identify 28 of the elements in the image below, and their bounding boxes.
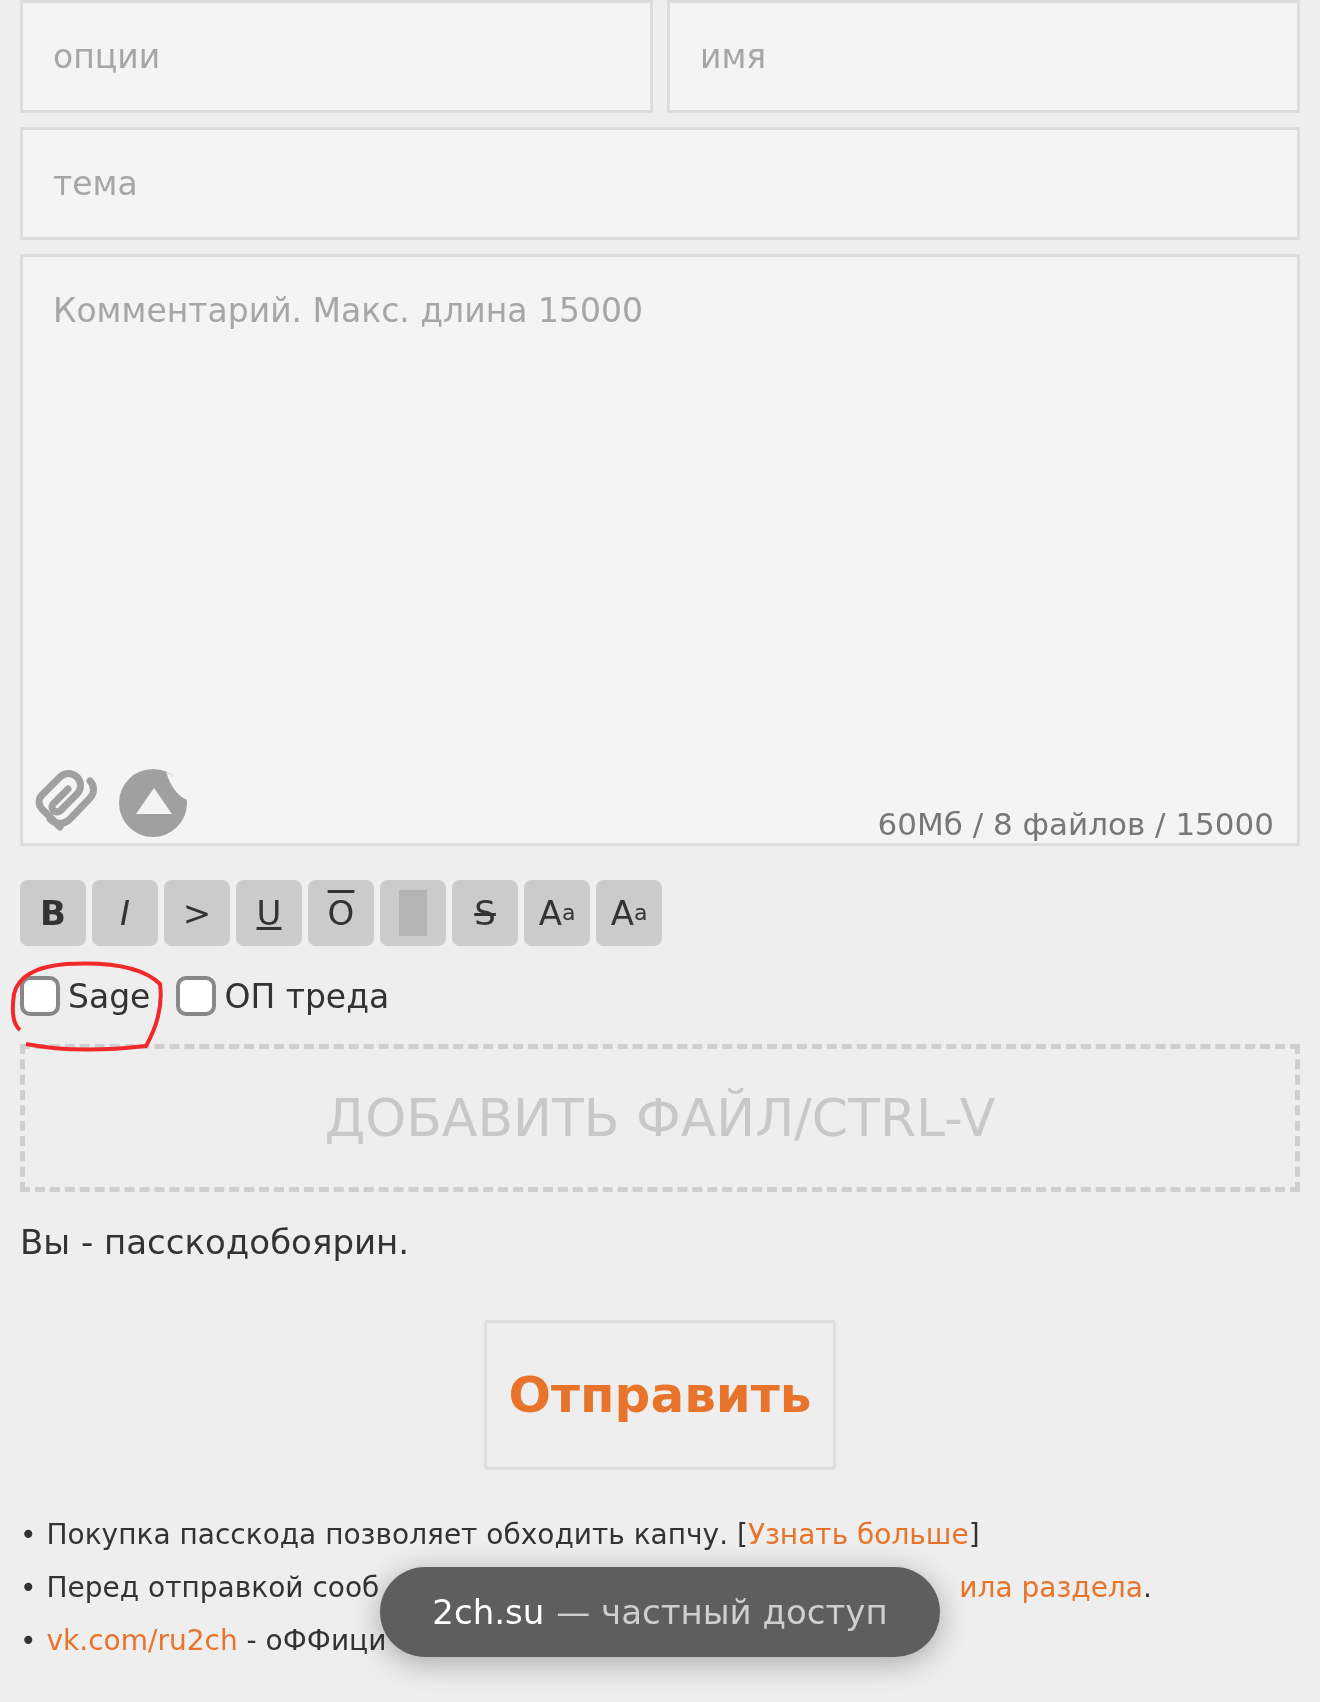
status-text: Вы - пасскодобоярин. bbox=[20, 1222, 411, 1262]
limits-text: 60Мб / 8 файлов / 15000 bbox=[877, 806, 1274, 842]
quote-button[interactable]: > bbox=[164, 880, 230, 946]
overline-button[interactable]: O bbox=[308, 880, 374, 946]
bold-button[interactable]: B bbox=[20, 880, 86, 946]
toast-text: — частный доступ bbox=[556, 1592, 888, 1632]
strike-button[interactable]: S bbox=[452, 880, 518, 946]
note-text: - оФФици bbox=[245, 1624, 387, 1657]
sup-button[interactable]: A$^{a}$ bbox=[524, 880, 590, 946]
note-text: Покупка пасскода позволяет обходить капчу. [ bbox=[46, 1518, 748, 1551]
underline-button[interactable]: U bbox=[236, 880, 302, 946]
bullet: • bbox=[20, 1624, 37, 1657]
sticker-icon[interactable] bbox=[116, 766, 190, 840]
note-text: . bbox=[1142, 1571, 1152, 1604]
checkbox-label: ОП треда bbox=[224, 976, 390, 1016]
note-text: ] bbox=[968, 1518, 980, 1551]
text-field[interactable]: опции bbox=[20, 0, 653, 113]
note-text: Перед отправкой сооб bbox=[46, 1571, 380, 1604]
bullet: • bbox=[20, 1571, 37, 1604]
text-field[interactable]: имя bbox=[667, 0, 1300, 113]
bullet: • bbox=[20, 1518, 37, 1551]
checkbox[interactable] bbox=[20, 976, 60, 1016]
checkbox[interactable] bbox=[176, 976, 217, 1016]
subject-field[interactable]: тема bbox=[20, 127, 1300, 240]
checkbox-label: Sage bbox=[68, 976, 151, 1016]
toast-site: 2ch.su bbox=[432, 1592, 545, 1632]
spoiler-button[interactable] bbox=[380, 880, 446, 946]
italic-button[interactable]: I bbox=[92, 880, 158, 946]
